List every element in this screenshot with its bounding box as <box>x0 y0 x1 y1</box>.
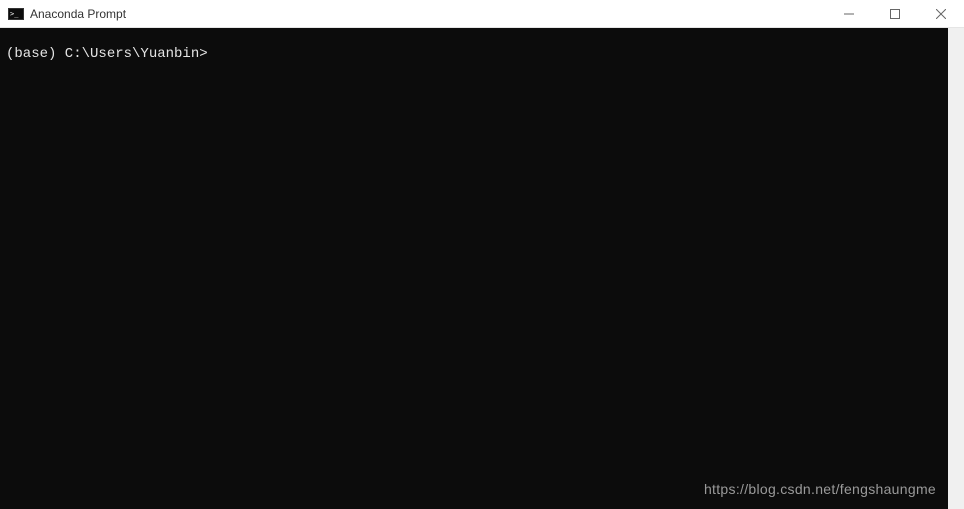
window-controls <box>826 0 964 27</box>
maximize-button[interactable] <box>872 0 918 27</box>
window-title: Anaconda Prompt <box>30 7 826 21</box>
minimize-button[interactable] <box>826 0 872 27</box>
vertical-scrollbar[interactable] <box>948 28 964 509</box>
titlebar[interactable]: >_ Anaconda Prompt <box>0 0 964 28</box>
svg-text:>_: >_ <box>10 10 19 18</box>
terminal-icon: >_ <box>8 6 24 22</box>
close-button[interactable] <box>918 0 964 27</box>
terminal-area[interactable]: (base) C:\Users\Yuanbin> https://blog.cs… <box>0 28 948 509</box>
prompt-line: (base) C:\Users\Yuanbin> <box>6 46 942 63</box>
watermark-text: https://blog.csdn.net/fengshaungme <box>704 481 936 497</box>
terminal-wrapper: (base) C:\Users\Yuanbin> https://blog.cs… <box>0 28 964 509</box>
